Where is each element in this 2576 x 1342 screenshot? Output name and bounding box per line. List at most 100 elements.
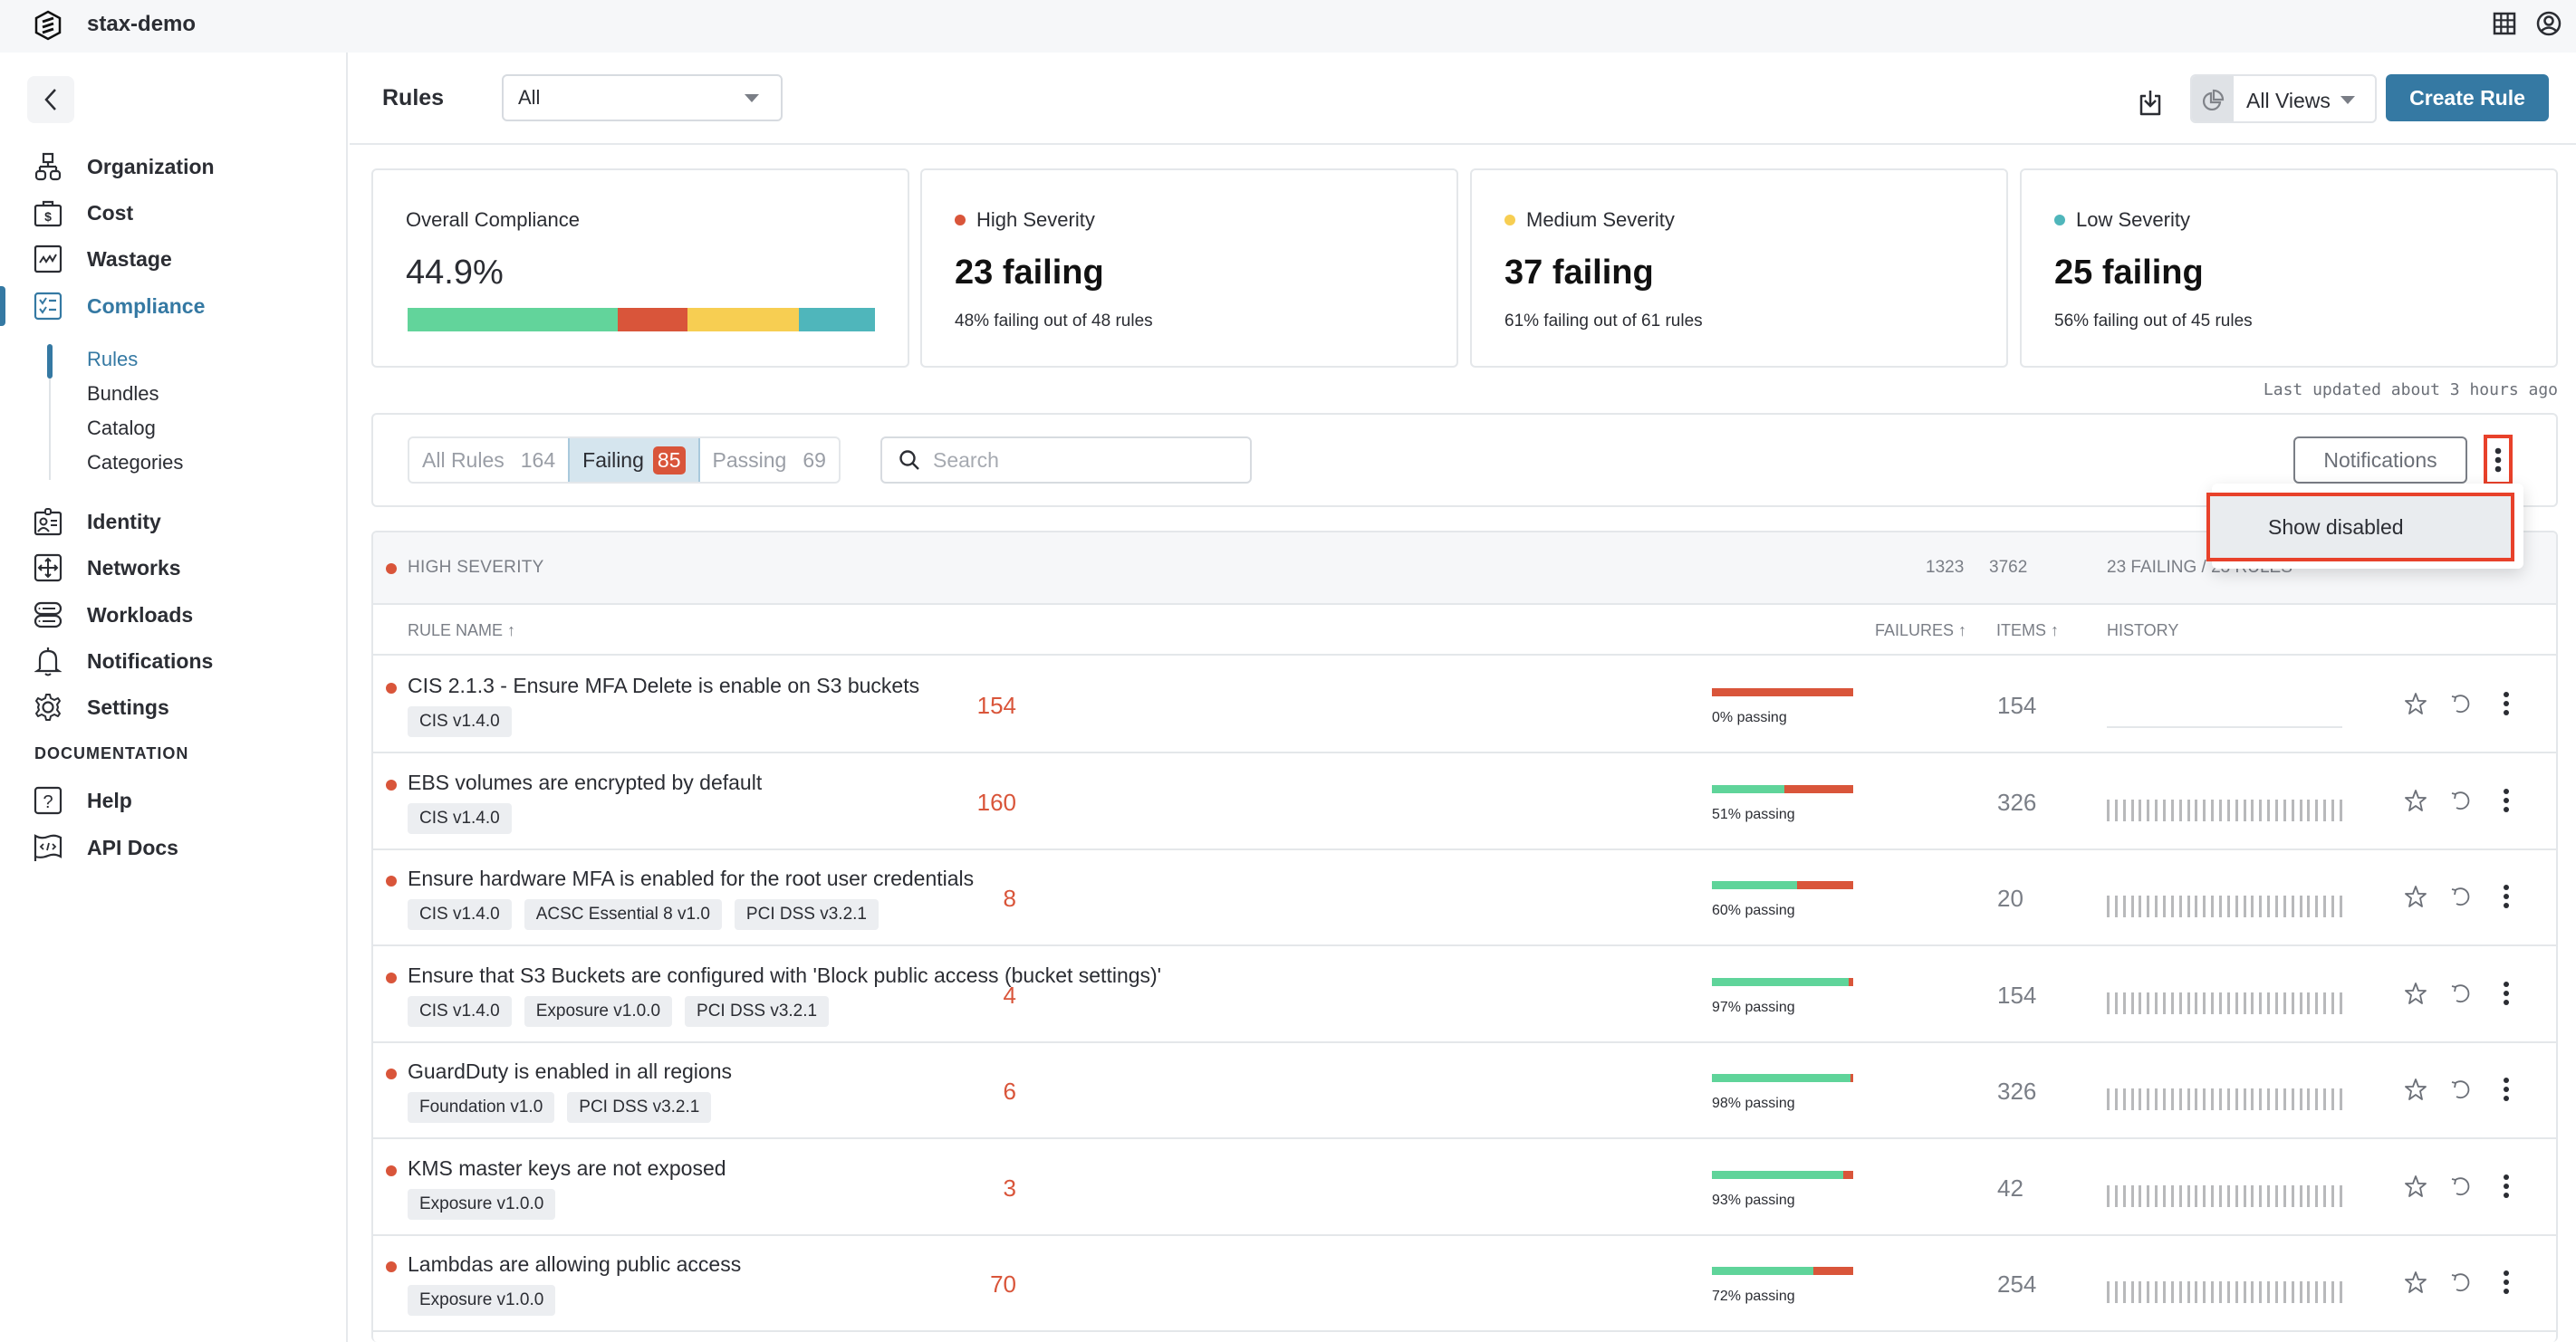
medium-severity-card[interactable]: Medium Severity 37 failing 61% failing o… (1470, 168, 2008, 368)
history-tick (2339, 1281, 2342, 1303)
menu-item-show-disabled[interactable]: Show disabled (2206, 493, 2514, 561)
table-row[interactable]: EBS volumes are encrypted by default CIS… (373, 754, 2556, 850)
tab-failing[interactable]: Failing 85 (568, 438, 700, 482)
apps-grid-icon[interactable] (2493, 12, 2516, 35)
collapse-sidebar-button[interactable] (27, 76, 74, 123)
tab-all-rules[interactable]: All Rules 164 (409, 438, 568, 482)
history-tick (2195, 992, 2198, 1014)
table-row[interactable]: GuardDuty is enabled in all regions Foun… (373, 1043, 2556, 1139)
sidebar-item-wastage[interactable]: Wastage (0, 239, 348, 279)
history-tick (2235, 992, 2238, 1014)
views-select[interactable]: All Views (2190, 74, 2377, 123)
row-more-options-button[interactable] (2493, 980, 2520, 1007)
history-tick (2163, 992, 2167, 1014)
favorite-button[interactable] (2402, 883, 2429, 910)
column-header-items[interactable]: ITEMS ↑ (1996, 621, 2059, 640)
row-more-options-button[interactable] (2493, 787, 2520, 814)
framework-tag[interactable]: CIS v1.4.0 (408, 995, 512, 1027)
rerun-button[interactable] (2447, 787, 2475, 814)
row-more-options-button[interactable] (2493, 690, 2520, 717)
sidebar-item-settings[interactable]: Settings (0, 687, 348, 727)
table-row[interactable]: Lambdas are allowing public access Expos… (373, 1236, 2556, 1332)
rule-name[interactable]: Ensure hardware MFA is enabled for the r… (408, 867, 974, 891)
sidebar-item-identity[interactable]: Identity (0, 502, 348, 542)
framework-tag[interactable]: CIS v1.4.0 (408, 899, 512, 930)
framework-tag[interactable]: Exposure v1.0.0 (524, 995, 673, 1027)
rerun-icon (2451, 791, 2470, 810)
severity-dot (386, 972, 397, 983)
stax-logo-icon[interactable] (34, 10, 62, 41)
sidebar-item-networks[interactable]: Networks (0, 548, 348, 588)
sidebar-item-cost[interactable]: $ Cost (0, 193, 348, 233)
search-box[interactable] (880, 436, 1252, 484)
rerun-icon (2451, 695, 2470, 714)
favorite-button[interactable] (2402, 980, 2429, 1007)
favorite-button[interactable] (2402, 690, 2429, 717)
framework-tag[interactable]: PCI DSS v3.2.1 (567, 1092, 712, 1123)
rules-filter-select[interactable]: All (502, 74, 783, 121)
download-icon[interactable] (2138, 89, 2163, 116)
framework-tag[interactable]: ACSC Essential 8 v1.0 (524, 899, 722, 930)
table-row[interactable]: KMS master keys are not exposed Exposure… (373, 1140, 2556, 1236)
create-rule-button[interactable]: Create Rule (2386, 74, 2549, 121)
rerun-button[interactable] (2447, 883, 2475, 910)
sidebar-subitem-bundles[interactable]: Bundles (87, 382, 159, 406)
org-name[interactable]: stax-demo (87, 12, 196, 37)
rule-name[interactable]: GuardDuty is enabled in all regions (408, 1059, 732, 1084)
sidebar-subitem-rules[interactable]: Rules (87, 348, 138, 371)
compliance-segment-high (617, 308, 687, 331)
rerun-button[interactable] (2447, 1269, 2475, 1296)
framework-tag[interactable]: Foundation v1.0 (408, 1092, 555, 1123)
more-options-button[interactable] (2484, 435, 2513, 485)
rule-name[interactable]: EBS volumes are encrypted by default (408, 771, 762, 795)
rerun-button[interactable] (2447, 1173, 2475, 1200)
sidebar-subitem-catalog[interactable]: Catalog (87, 417, 156, 440)
framework-tag[interactable]: Exposure v1.0.0 (408, 1188, 556, 1220)
sidebar-item-api-docs[interactable]: API Docs (0, 828, 348, 868)
favorite-button[interactable] (2402, 1269, 2429, 1296)
framework-tag[interactable]: CIS v1.4.0 (408, 802, 512, 834)
favorite-button[interactable] (2402, 1076, 2429, 1103)
history-tick (2283, 1088, 2286, 1110)
row-more-options-button[interactable] (2493, 1269, 2520, 1296)
low-severity-card[interactable]: Low Severity 25 failing 56% failing out … (2020, 168, 2558, 368)
sidebar-item-organization[interactable]: Organization (0, 147, 348, 187)
rule-name[interactable]: KMS master keys are not exposed (408, 1156, 726, 1181)
tab-passing[interactable]: Passing 69 (700, 438, 839, 482)
severity-dot (386, 1165, 397, 1176)
row-more-options-button[interactable] (2493, 1076, 2520, 1103)
items-count: 326 (1997, 788, 2037, 816)
table-row[interactable]: Ensure that S3 Buckets are configured wi… (373, 947, 2556, 1043)
history-tick (2259, 1088, 2263, 1110)
overall-compliance-value: 44.9% (406, 254, 504, 292)
framework-tag[interactable]: Exposure v1.0.0 (408, 1285, 556, 1316)
submenu-active-indicator (47, 344, 53, 379)
sidebar-subitem-categories[interactable]: Categories (87, 451, 183, 474)
row-more-options-button[interactable] (2493, 883, 2520, 910)
table-row[interactable]: Ensure hardware MFA is enabled for the r… (373, 850, 2556, 946)
table-row[interactable]: CIS 2.1.3 - Ensure MFA Delete is enable … (373, 657, 2556, 753)
favorite-button[interactable] (2402, 1173, 2429, 1200)
framework-tag[interactable]: PCI DSS v3.2.1 (685, 995, 830, 1027)
notifications-button[interactable]: Notifications (2293, 436, 2467, 484)
sidebar-item-workloads[interactable]: Workloads (0, 595, 348, 635)
column-header-failures[interactable]: FAILURES ↑ (1875, 621, 1966, 640)
rerun-button[interactable] (2447, 690, 2475, 717)
favorite-button[interactable] (2402, 787, 2429, 814)
sidebar-item-notifications[interactable]: Notifications (0, 641, 348, 681)
rule-name[interactable]: Ensure that S3 Buckets are configured wi… (408, 963, 1161, 988)
sidebar-item-help[interactable]: ? Help (0, 781, 348, 820)
search-input[interactable] (933, 447, 1232, 473)
column-header-rule-name[interactable]: RULE NAME ↑ (408, 621, 515, 640)
framework-tag[interactable]: CIS v1.4.0 (408, 706, 512, 737)
high-severity-card[interactable]: High Severity 23 failing 48% failing out… (920, 168, 1458, 368)
user-account-icon[interactable] (2536, 11, 2562, 36)
rerun-button[interactable] (2447, 980, 2475, 1007)
rule-name[interactable]: Lambdas are allowing public access (408, 1252, 741, 1277)
row-more-options-button[interactable] (2493, 1173, 2520, 1200)
rule-name[interactable]: CIS 2.1.3 - Ensure MFA Delete is enable … (408, 674, 919, 698)
framework-tag[interactable]: PCI DSS v3.2.1 (734, 899, 879, 930)
more-vertical-icon (2504, 788, 2509, 812)
rerun-button[interactable] (2447, 1076, 2475, 1103)
sidebar-item-compliance[interactable]: Compliance (0, 286, 348, 326)
